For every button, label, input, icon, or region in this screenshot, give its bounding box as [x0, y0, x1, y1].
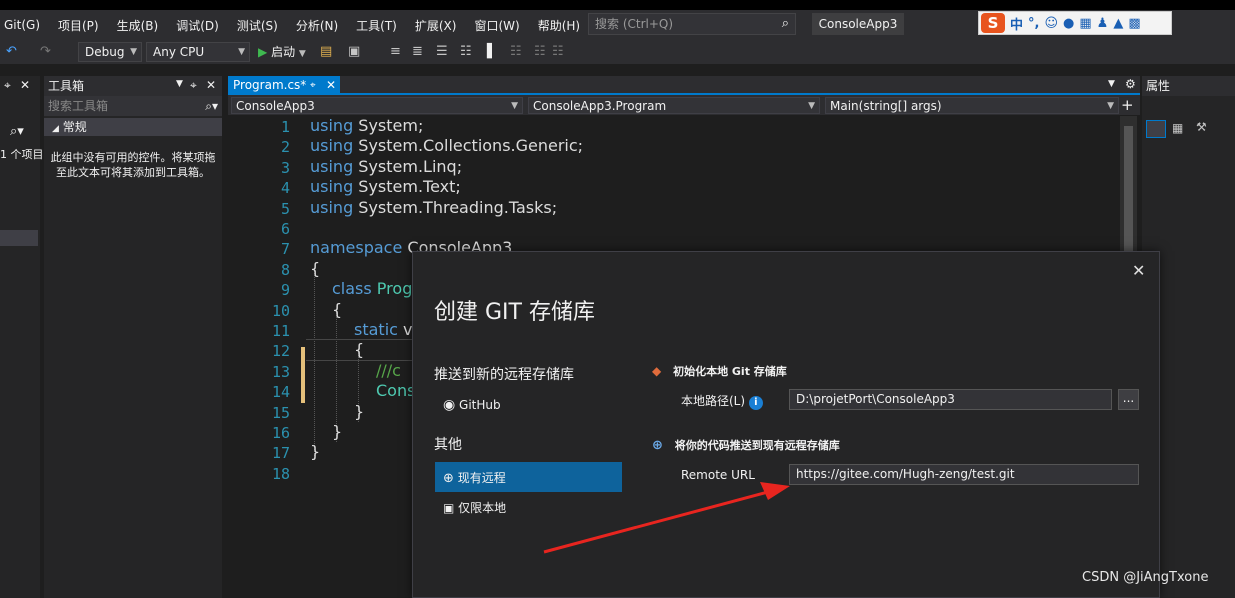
arrow-head — [760, 482, 790, 500]
arrow-shaft — [543, 490, 769, 554]
annotation-arrow — [543, 482, 790, 554]
watermark: CSDN @JiAngTxone — [1082, 570, 1209, 585]
